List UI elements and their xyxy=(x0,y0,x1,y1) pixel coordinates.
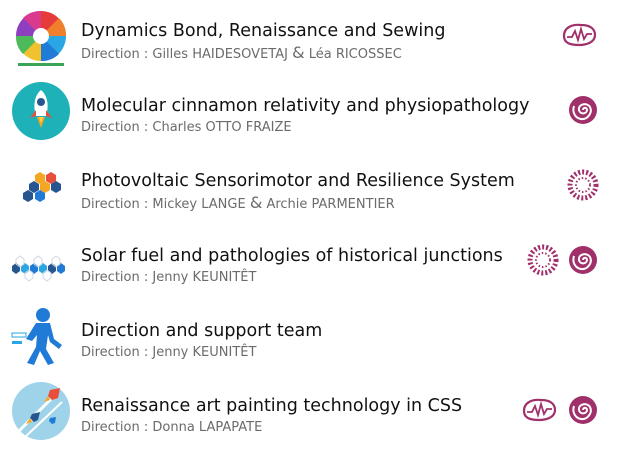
team-row[interactable]: Direction and support team Direction : J… xyxy=(0,300,619,375)
director-name: Mickey LANGE xyxy=(152,197,246,212)
walking-person-logo xyxy=(10,305,72,367)
director-separator: & xyxy=(292,43,305,62)
team-direction: Direction : Jenny KEUNITÊT xyxy=(81,269,256,286)
director-name: Charles OTTO FRAIZE xyxy=(152,120,292,135)
director-name: Archie PARMENTIER xyxy=(266,197,395,212)
rockets-launch-logo xyxy=(10,380,72,442)
direction-prefix: Direction : xyxy=(81,270,153,285)
colorful-swirl-logo xyxy=(10,5,72,67)
team-badges xyxy=(567,168,599,202)
team-direction: Direction : Charles OTTO FRAIZE xyxy=(81,119,292,136)
team-title[interactable]: Direction and support team xyxy=(81,320,322,342)
team-badges xyxy=(519,393,599,427)
team-row[interactable]: Solar fuel and pathologies of historical… xyxy=(0,225,619,300)
team-title[interactable]: Photovoltaic Sensorimotor and Resilience… xyxy=(81,170,515,192)
team-direction: Direction : Jenny KEUNITÊT xyxy=(81,344,256,361)
brainwave-icon xyxy=(559,22,599,48)
director-separator: & xyxy=(249,193,263,212)
team-direction: Direction : Mickey LANGE & Archie PARMEN… xyxy=(81,194,395,213)
spiral-icon xyxy=(567,394,599,426)
team-row[interactable]: Renaissance art painting technology in C… xyxy=(0,375,619,450)
direction-prefix: Direction : xyxy=(81,197,153,212)
director-name: Donna LAPAPATE xyxy=(152,420,263,435)
team-title[interactable]: Dynamics Bond, Renaissance and Sewing xyxy=(81,20,445,42)
team-list: Dynamics Bond, Renaissance and Sewing Di… xyxy=(0,0,619,469)
team-title[interactable]: Molecular cinnamon relativity and physio… xyxy=(81,95,529,117)
rocket-logo xyxy=(10,80,72,142)
cell-ring-icon xyxy=(567,169,599,201)
director-name: Léa RICOSSEC xyxy=(308,47,402,62)
spiral-icon xyxy=(567,244,599,276)
team-badges xyxy=(567,93,599,127)
team-direction: Direction : Gilles HAIDESOVETAJ & Léa RI… xyxy=(81,44,402,63)
director-name: Jenny KEUNITÊT xyxy=(152,345,257,360)
team-badges xyxy=(559,18,599,52)
hexagons-logo xyxy=(10,155,72,217)
team-title[interactable]: Renaissance art painting technology in C… xyxy=(81,395,462,417)
team-row[interactable]: Dynamics Bond, Renaissance and Sewing Di… xyxy=(0,0,619,75)
team-row[interactable]: Molecular cinnamon relativity and physio… xyxy=(0,75,619,150)
brainwave-icon xyxy=(519,397,559,423)
direction-prefix: Direction : xyxy=(81,345,153,360)
hexagon-chain-logo xyxy=(10,230,72,292)
director-name: Jenny KEUNITÊT xyxy=(152,270,257,285)
direction-prefix: Direction : xyxy=(81,420,153,435)
team-title[interactable]: Solar fuel and pathologies of historical… xyxy=(81,245,503,267)
direction-prefix: Direction : xyxy=(81,120,153,135)
director-name: Gilles HAIDESOVETAJ xyxy=(152,47,288,62)
team-badges xyxy=(527,243,599,277)
direction-prefix: Direction : xyxy=(81,47,153,62)
cell-ring-icon xyxy=(527,244,559,276)
team-direction: Direction : Donna LAPAPATE xyxy=(81,419,262,436)
spiral-icon xyxy=(567,94,599,126)
team-row[interactable]: Photovoltaic Sensorimotor and Resilience… xyxy=(0,150,619,225)
